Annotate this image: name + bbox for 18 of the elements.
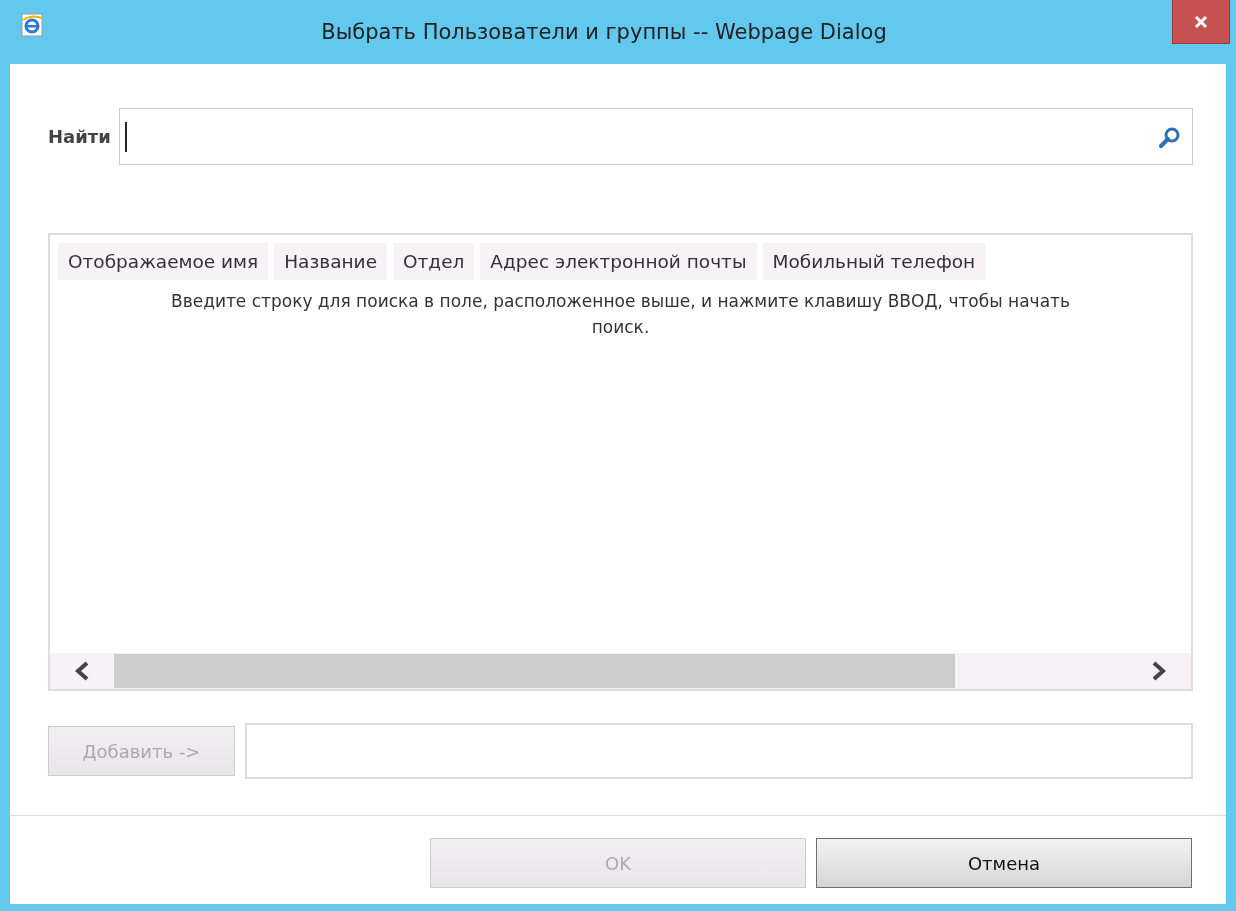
- close-icon: [1194, 14, 1208, 29]
- scrollbar-thumb[interactable]: [114, 654, 955, 688]
- column-header[interactable]: Название: [274, 243, 387, 280]
- window-title: Выбрать Пользователи и группы -- Webpage Dialog: [320, 20, 888, 44]
- column-header[interactable]: Адрес электронной почты: [480, 243, 757, 280]
- empty-message: Введите строку для поиска в поле, расположенное выше, и нажмите клавишу ВВОД, чтобы начать поиск.: [170, 290, 1071, 339]
- cancel-button[interactable]: Отмена: [816, 838, 1192, 888]
- search-field[interactable]: [118, 108, 1193, 165]
- chevron-left-icon: [74, 661, 90, 681]
- chevron-right-icon: [1151, 661, 1167, 681]
- column-header[interactable]: Отображаемое имя: [58, 243, 269, 280]
- browser-icon: [20, 12, 46, 38]
- close-button[interactable]: [1172, 0, 1230, 44]
- column-header[interactable]: Отдел: [393, 243, 475, 280]
- selected-field[interactable]: [245, 723, 1193, 779]
- column-header[interactable]: Мобильный телефон: [762, 243, 986, 280]
- search-label: Найти: [48, 126, 111, 147]
- horizontal-scrollbar[interactable]: [50, 653, 1191, 689]
